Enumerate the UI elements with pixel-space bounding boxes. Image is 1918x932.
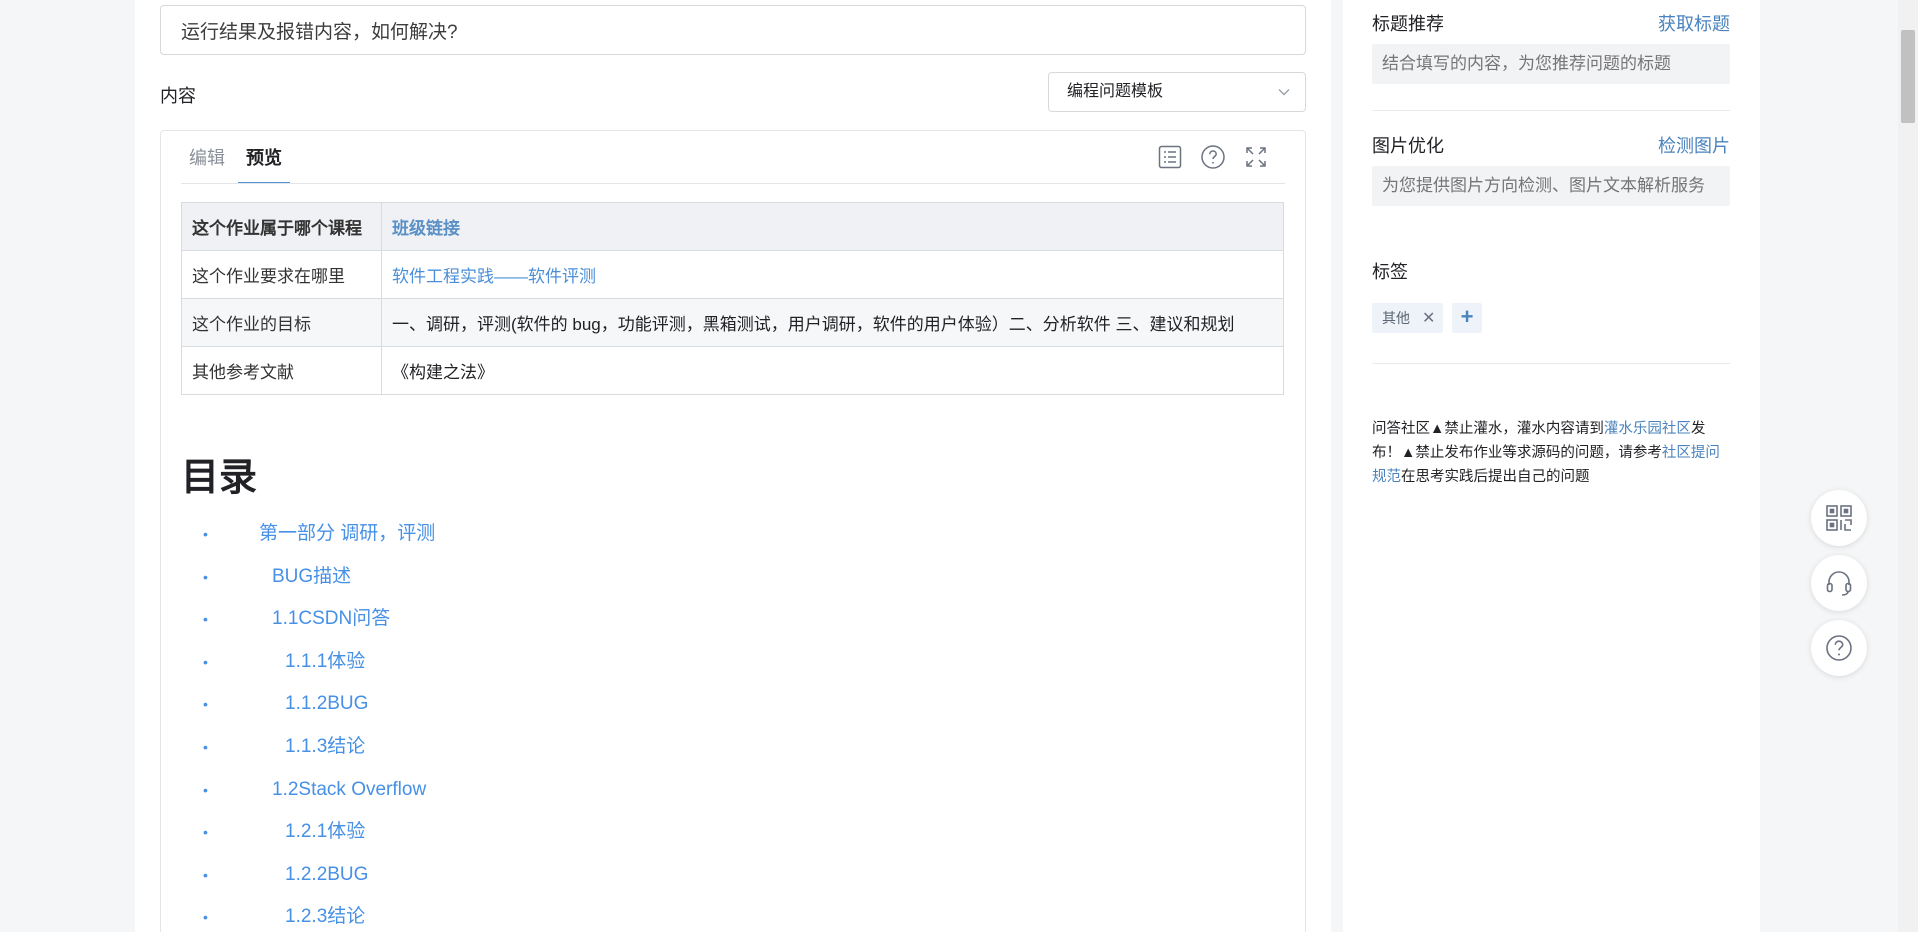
scrollbar-track[interactable]	[1898, 0, 1918, 932]
toc-link[interactable]: 第一部分 调研，评测	[259, 513, 435, 555]
tag-chip: 其他 ✕	[1372, 303, 1444, 333]
help-button[interactable]	[1811, 620, 1867, 676]
title-recommend-heading: 标题推荐	[1372, 14, 1444, 34]
notice-text: 在思考实践后提出自己的问题	[1401, 469, 1590, 485]
table-row: 这个作业的目标 一、调研，评测(软件的 bug，功能评测，黑箱测试，用户调研，软…	[181, 298, 1284, 347]
bullet-dot: •	[203, 738, 208, 755]
chevron-down-icon	[1278, 89, 1290, 96]
table-cell-key: 这个作业的目标	[181, 298, 382, 347]
tab-edit[interactable]: 编辑	[189, 145, 225, 183]
content-label: 内容	[160, 86, 196, 106]
toc-link[interactable]: 1.2.1体验	[285, 811, 365, 853]
water-park-link[interactable]: 灌水乐园社区	[1604, 421, 1691, 437]
course-link[interactable]: 班级链接	[392, 219, 460, 238]
sidebar: 标题推荐 获取标题 图片优化 检测图片 标签 其他 ✕ + 问答社区▲禁止灌水，灌…	[1343, 0, 1760, 932]
qrcode-button[interactable]	[1811, 490, 1867, 546]
community-notice: 问答社区▲禁止灌水，灌水内容请到灌水乐园社区发布！▲禁止发布作业等求源码的问题，…	[1372, 417, 1732, 489]
toc-link[interactable]: 1.1.2BUG	[285, 683, 368, 725]
bullet-dot: •	[203, 866, 208, 883]
toc-link[interactable]: 1.1.1体验	[285, 641, 365, 683]
table-cell-value: 《构建之法》	[381, 346, 1284, 395]
headset-icon	[1826, 571, 1852, 596]
table-row: 这个作业要求在哪里 软件工程实践——软件评测	[181, 250, 1284, 299]
qrcode-icon	[1826, 505, 1852, 531]
table-cell-key: 这个作业属于哪个课程	[181, 202, 382, 251]
toc-link[interactable]: BUG描述	[272, 556, 351, 598]
help-circle-icon[interactable]	[1200, 144, 1226, 170]
toc-list-icon[interactable]	[1157, 144, 1183, 170]
bullet-dot: •	[203, 824, 208, 841]
get-title-button[interactable]: 获取标题	[1658, 10, 1730, 36]
table-cell-key: 其他参考文献	[181, 346, 382, 395]
image-optimize-heading: 图片优化	[1372, 136, 1444, 156]
tab-preview[interactable]: 预览	[238, 145, 290, 184]
tags-heading: 标签	[1372, 262, 1408, 282]
title-recommend-field[interactable]	[1372, 44, 1730, 84]
bullet-dot: •	[203, 568, 208, 585]
toc-link[interactable]: 1.1CSDN问答	[272, 598, 390, 640]
markdown-editor: 编辑 预览 这个作业属于哪个课程 班级链接 这个作业要求在哪里 软件工程实践——…	[160, 130, 1306, 932]
toc-link[interactable]: 1.1.3结论	[285, 726, 365, 768]
toc-link[interactable]: 1.2Stack Overflow	[272, 769, 426, 811]
divider	[1372, 110, 1730, 111]
toc-link[interactable]: 1.2.3结论	[285, 896, 365, 932]
assignment-requirement-link[interactable]: 软件工程实践——软件评测	[392, 267, 596, 286]
help-icon	[1826, 635, 1852, 661]
question-title-input[interactable]	[160, 5, 1306, 55]
notice-text: 问答社区▲禁止灌水，灌水内容请到	[1372, 421, 1604, 437]
assignment-info-table: 这个作业属于哪个课程 班级链接 这个作业要求在哪里 软件工程实践——软件评测 这…	[181, 202, 1284, 395]
image-optimize-field[interactable]	[1372, 166, 1730, 206]
bullet-dot: •	[203, 653, 208, 670]
editor-tab-bar: 编辑 预览	[161, 131, 1305, 184]
add-tag-button[interactable]: +	[1452, 303, 1482, 333]
divider	[1372, 363, 1730, 364]
bullet-dot: •	[203, 909, 208, 926]
support-button[interactable]	[1811, 555, 1867, 611]
toc-link[interactable]: 1.2.2BUG	[285, 854, 368, 896]
scrollbar-thumb[interactable]	[1901, 30, 1915, 123]
table-row: 其他参考文献 《构建之法》	[181, 346, 1284, 395]
template-select-value: 编程问题模板	[1067, 83, 1164, 100]
tag-label: 其他	[1382, 310, 1410, 326]
table-cell-value: 班级链接	[381, 202, 1284, 251]
table-cell-key: 这个作业要求在哪里	[181, 250, 382, 299]
bullet-dot: •	[203, 526, 208, 542]
toc-heading: 目录	[181, 457, 258, 499]
bullet-dot: •	[203, 696, 208, 713]
template-select[interactable]: 编程问题模板	[1048, 72, 1306, 112]
table-row: 这个作业属于哪个课程 班级链接	[181, 202, 1284, 251]
question-editor-panel: 内容 编程问题模板 编辑 预览	[135, 0, 1331, 932]
bullet-dot: •	[203, 611, 208, 628]
table-cell-value: 一、调研，评测(软件的 bug，功能评测，黑箱测试，用户调研，软件的用户体验）二…	[381, 298, 1284, 347]
bullet-dot: •	[203, 781, 208, 798]
table-cell-value: 软件工程实践——软件评测	[381, 250, 1284, 299]
close-icon[interactable]: ✕	[1422, 310, 1435, 327]
fullscreen-icon[interactable]	[1243, 144, 1269, 170]
detect-image-button[interactable]: 检测图片	[1658, 132, 1730, 158]
